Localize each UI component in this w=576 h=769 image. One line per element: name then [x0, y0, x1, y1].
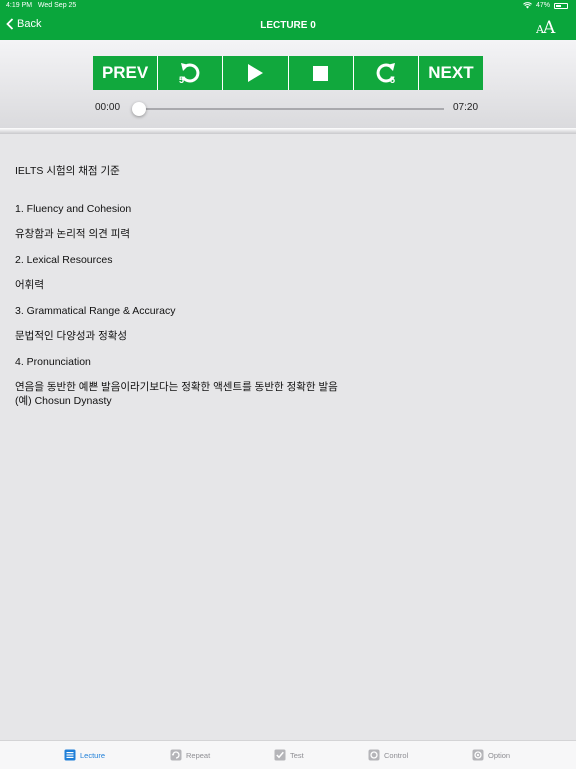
status-bar: 4:19 PM Wed Sep 25 47%: [0, 0, 576, 12]
navigation-bar: Back LECTURE 0 A A: [0, 12, 576, 40]
tab-control[interactable]: Control: [368, 749, 408, 761]
tab-lecture[interactable]: Lecture: [64, 749, 105, 761]
content-line: 문법적인 다양성과 정확성: [15, 330, 128, 342]
play-icon: [248, 64, 264, 82]
player-divider: [0, 128, 576, 134]
battery-percent: 47%: [535, 2, 550, 9]
list-icon: [64, 749, 76, 761]
slider-thumb[interactable]: [132, 102, 146, 116]
prev-button[interactable]: PREV: [93, 56, 158, 90]
content-line: 어휘력: [15, 279, 44, 291]
total-time: 07:20: [453, 102, 479, 113]
tab-repeat[interactable]: Repeat: [170, 749, 210, 761]
content-line: 1. Fluency and Cohesion: [15, 203, 132, 215]
tab-bar: Lecture Repeat Test Control Option: [0, 740, 576, 769]
playback-controls: PREV 5 5 NEXT: [93, 56, 484, 90]
status-time: 4:19 PM Wed Sep 25: [6, 2, 77, 9]
repeat-icon: [170, 749, 182, 761]
current-time: 00:00: [95, 102, 121, 113]
status-right: 47%: [523, 2, 568, 9]
forward-5-button[interactable]: 5: [353, 56, 418, 90]
page-title: LECTURE 0: [260, 20, 316, 31]
content-line: 3. Grammatical Range & Accuracy: [15, 305, 176, 317]
prev-label: PREV: [101, 63, 149, 82]
content-line: 연음을 동반한 예쁜 발음이라기보다는 정확한 액센트를 동반한 정확한 발음: [15, 381, 338, 393]
progress-row: 00:00 07:20: [0, 101, 576, 117]
svg-text:5: 5: [179, 75, 184, 85]
tab-option[interactable]: Option: [472, 749, 510, 761]
wifi-icon: [523, 2, 532, 9]
font-size-button[interactable]: A A: [535, 14, 556, 41]
content-line: 4. Pronunciation: [15, 356, 91, 368]
content-line: (예) Chosun Dynasty: [15, 395, 112, 407]
tab-label: Test: [290, 750, 304, 760]
battery-icon: [554, 2, 568, 9]
tab-label: Control: [384, 750, 409, 760]
play-button[interactable]: [223, 56, 288, 90]
font-size-icon: A A: [535, 18, 556, 38]
content-line: IELTS 시험의 채점 기준: [15, 165, 120, 177]
tab-label: Option: [488, 750, 511, 760]
next-label: NEXT: [428, 63, 474, 82]
svg-text:5: 5: [390, 75, 395, 85]
stop-icon: [313, 65, 329, 81]
svg-text:A: A: [542, 18, 556, 36]
checkbox-icon: [274, 749, 286, 761]
forward-5-icon: 5: [376, 63, 395, 85]
tab-label: Lecture: [80, 750, 106, 760]
progress-slider[interactable]: [132, 102, 444, 116]
rewind-5-icon: 5: [179, 63, 200, 85]
control-icon: [368, 749, 380, 761]
player-panel: PREV 5 5 NEXT 00:00 07:20: [0, 40, 576, 132]
next-button[interactable]: NEXT: [418, 56, 484, 90]
rewind-5-button[interactable]: 5: [158, 56, 223, 90]
tab-test[interactable]: Test: [274, 749, 304, 761]
tab-label: Repeat: [186, 750, 211, 760]
option-icon: [472, 749, 484, 761]
content-line: 2. Lexical Resources: [15, 254, 113, 266]
content-line: 유창함과 논리적 의견 피력: [15, 228, 131, 240]
stop-button[interactable]: [288, 56, 353, 90]
